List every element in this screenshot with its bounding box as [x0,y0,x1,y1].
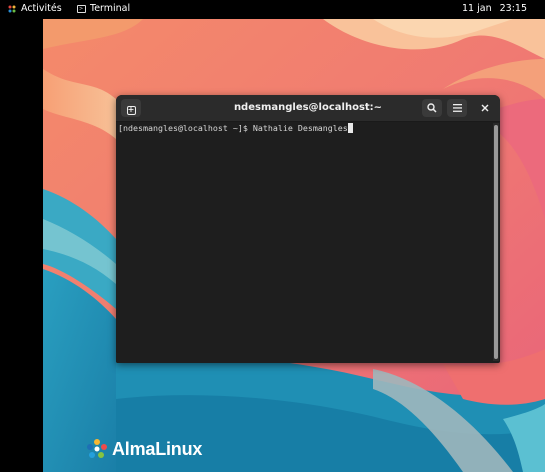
new-tab-icon: + [126,105,136,115]
almalinux-logo-icon [87,439,107,458]
clock-date: 11 jan [462,3,492,14]
activities-button[interactable]: Activités [8,3,62,14]
scrollbar-thumb[interactable] [494,125,498,359]
almalinux-brand: AlmaLinux [86,438,202,460]
scrollbar[interactable] [493,123,499,361]
app-menu-button[interactable]: > Terminal [77,3,130,14]
activities-logo-icon [8,5,16,12]
terminal-app-icon: > [77,4,86,13]
search-icon [427,103,437,113]
menu-button[interactable] [447,99,467,117]
hamburger-menu-icon [452,104,462,112]
text-cursor [347,123,353,133]
brand-name: AlmaLinux [112,438,203,459]
screen: Activités > Terminal 11 jan 23:15 AlmaLi… [0,0,545,472]
top-bar: Activités > Terminal 11 jan 23:15 [0,0,545,19]
prompt-line: [ndesmangles@localhost ~]$ Nathalie Desm… [118,123,353,133]
command-input[interactable]: Nathalie Desmangles [253,123,348,133]
activities-label: Activités [21,3,62,14]
app-menu-label: Terminal [90,3,131,14]
close-icon [481,104,489,112]
new-tab-button[interactable]: + [121,99,141,117]
close-button[interactable] [475,99,495,117]
clock-time: 23:15 [499,3,527,14]
shell-prompt: [ndesmangles@localhost ~]$ [118,123,253,133]
clock-button[interactable]: 11 jan 23:15 [462,3,527,14]
terminal-titlebar[interactable]: ndesmangles@localhost:~ + [116,95,500,122]
terminal-window[interactable]: ndesmangles@localhost:~ + [ndesmangles@l… [116,95,500,363]
terminal-output[interactable]: [ndesmangles@localhost ~]$ Nathalie Desm… [116,122,493,363]
search-button[interactable] [422,99,442,117]
window-title: ndesmangles@localhost:~ [233,102,383,113]
